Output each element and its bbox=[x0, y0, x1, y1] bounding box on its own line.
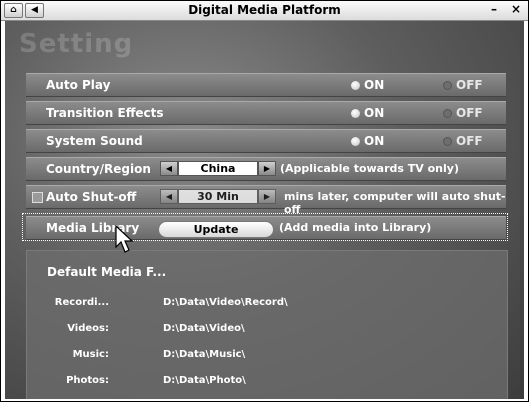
app-window: ⌂ ◀ Digital Media Platform – × Setting A… bbox=[0, 0, 529, 402]
transition-on-radio[interactable]: ON bbox=[351, 106, 384, 120]
country-region-row: Country/Region ◀ China ▶ (Applicable tow… bbox=[26, 157, 506, 181]
title-bar: ⌂ ◀ Digital Media Platform – × bbox=[1, 1, 528, 21]
transition-on-label: ON bbox=[364, 106, 385, 120]
shutoff-spinner: ◀ 30 Min ▶ bbox=[160, 189, 276, 204]
auto-play-on-label: ON bbox=[364, 78, 385, 92]
auto-shutoff-label: Auto Shut-off bbox=[46, 190, 137, 204]
radio-selected-icon bbox=[351, 137, 360, 146]
system-sound-off-label: OFF bbox=[456, 134, 483, 148]
country-note: (Applicable towards TV only) bbox=[280, 162, 459, 175]
radio-unselected-icon bbox=[443, 81, 452, 90]
media-library-row: Media Library Update (Add media into Lib… bbox=[26, 216, 506, 240]
transition-off-radio[interactable]: OFF bbox=[443, 106, 483, 120]
page-title: Setting bbox=[19, 29, 134, 59]
music-path[interactable]: D:\Data\Music\ bbox=[163, 349, 245, 360]
settings-panel: Setting Auto Play ON OFF Transition Effe… bbox=[5, 21, 524, 399]
auto-shutoff-row: Auto Shut-off ◀ 30 Min ▶ mins later, com… bbox=[26, 185, 506, 216]
auto-play-on-radio[interactable]: ON bbox=[351, 78, 384, 92]
country-region-label: Country/Region bbox=[46, 162, 151, 176]
media-library-note: (Add media into Library) bbox=[279, 221, 432, 234]
recording-path[interactable]: D:\Data\Video\Record\ bbox=[163, 297, 288, 308]
radio-selected-icon bbox=[351, 81, 360, 90]
system-sound-on-radio[interactable]: ON bbox=[351, 134, 384, 148]
photos-path[interactable]: D:\Data\Photo\ bbox=[163, 375, 246, 386]
close-button[interactable]: × bbox=[511, 2, 521, 16]
default-media-title: Default Media F... bbox=[47, 265, 167, 279]
auto-shutoff-checkbox[interactable] bbox=[32, 192, 43, 203]
auto-play-off-label: OFF bbox=[456, 78, 483, 92]
transition-effects-row: Transition Effects ON OFF bbox=[26, 101, 506, 125]
mouse-pointer-icon bbox=[115, 225, 134, 253]
increase-arrow-icon[interactable]: ▶ bbox=[258, 189, 276, 204]
radio-unselected-icon bbox=[443, 109, 452, 118]
radio-unselected-icon bbox=[443, 137, 452, 146]
music-label: Music: bbox=[72, 349, 109, 360]
next-country-arrow-icon[interactable]: ▶ bbox=[258, 161, 276, 176]
minimize-button[interactable]: – bbox=[491, 2, 497, 16]
photos-label: Photos: bbox=[66, 375, 109, 386]
default-media-panel: Default Media F... Recordi... D:\Data\Vi… bbox=[26, 250, 508, 399]
videos-path[interactable]: D:\Data\Video\ bbox=[163, 323, 245, 334]
system-sound-row: System Sound ON OFF bbox=[26, 129, 506, 153]
system-sound-label: System Sound bbox=[46, 134, 143, 148]
decrease-arrow-icon[interactable]: ◀ bbox=[160, 189, 178, 204]
auto-play-label: Auto Play bbox=[46, 78, 111, 92]
videos-label: Videos: bbox=[67, 323, 109, 334]
system-sound-on-label: ON bbox=[364, 134, 385, 148]
auto-play-row: Auto Play ON OFF bbox=[26, 73, 506, 97]
country-spinner: ◀ China ▶ bbox=[160, 161, 276, 176]
shutoff-value: 30 Min bbox=[178, 189, 258, 204]
update-button[interactable]: Update bbox=[158, 221, 274, 238]
recording-label: Recordi... bbox=[54, 297, 109, 308]
radio-selected-icon bbox=[351, 109, 360, 118]
transition-off-label: OFF bbox=[456, 106, 483, 120]
system-sound-off-radio[interactable]: OFF bbox=[443, 134, 483, 148]
prev-country-arrow-icon[interactable]: ◀ bbox=[160, 161, 178, 176]
transition-effects-label: Transition Effects bbox=[46, 106, 164, 120]
auto-play-off-radio[interactable]: OFF bbox=[443, 78, 483, 92]
window-title: Digital Media Platform bbox=[188, 3, 341, 17]
country-value: China bbox=[178, 161, 258, 176]
